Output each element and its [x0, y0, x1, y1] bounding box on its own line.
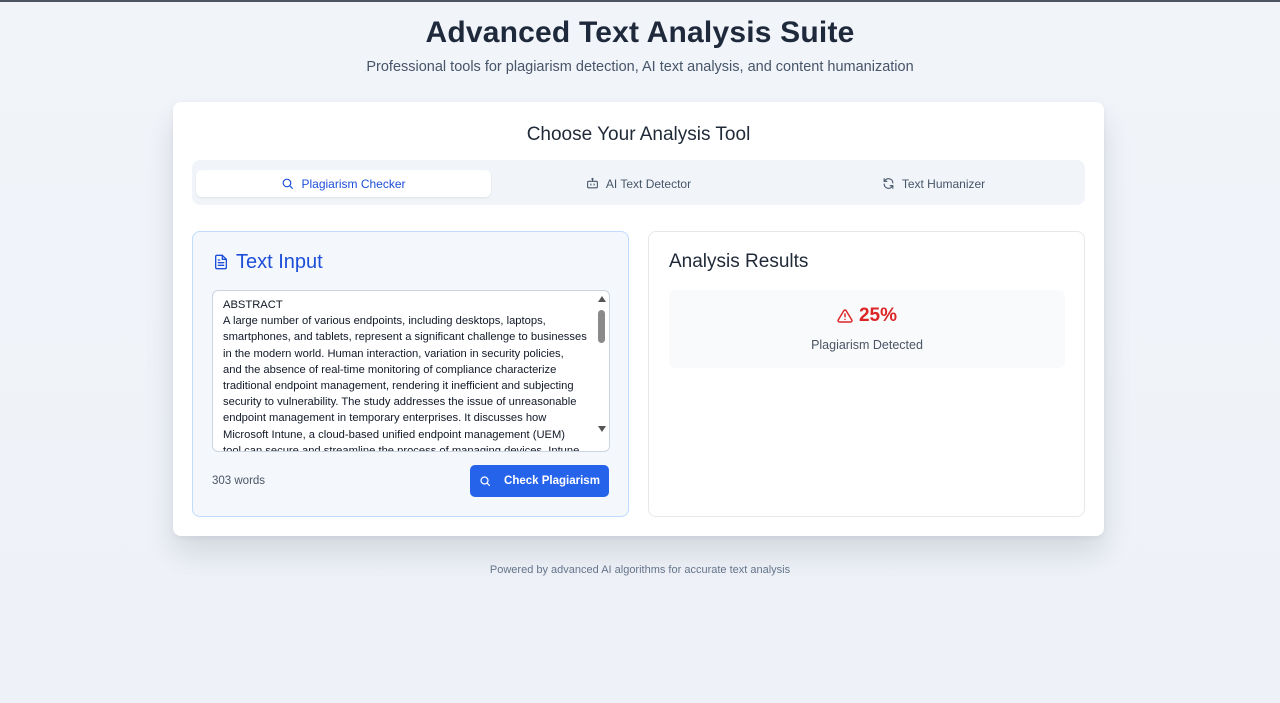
result-summary: 25% Plagiarism Detected [669, 290, 1065, 368]
analysis-results-heading: Analysis Results [669, 249, 808, 275]
search-icon [281, 177, 294, 190]
search-icon [479, 475, 491, 487]
scroll-up-arrow-icon[interactable] [598, 296, 606, 302]
page-header: Advanced Text Analysis Suite Professiona… [0, 14, 1280, 76]
text-input-panel: Text Input ABSTRACT A large number of va… [192, 231, 629, 517]
tab-label: AI Text Detector [605, 176, 692, 191]
text-input-title: Text Input [236, 251, 323, 273]
tool-selector-title: Choose Your Analysis Tool [526, 124, 751, 145]
check-plagiarism-label: Check Plagiarism [504, 475, 600, 487]
tab-text-humanizer[interactable]: Text Humanizer [786, 170, 1081, 197]
page-title: Advanced Text Analysis Suite [425, 16, 855, 49]
text-input-heading: Text Input [213, 249, 323, 275]
bot-icon [586, 177, 599, 190]
plagiarism-result-label: Plagiarism Detected [811, 338, 923, 352]
window-top-border [0, 0, 1280, 2]
check-plagiarism-button[interactable]: Check Plagiarism [470, 465, 609, 497]
word-count: 303 words [212, 475, 266, 487]
tab-label: Plagiarism Checker [301, 176, 406, 191]
warning-triangle-icon [837, 308, 853, 324]
scroll-thumb[interactable] [598, 310, 605, 343]
text-input-area[interactable]: ABSTRACT A large number of various endpo… [212, 290, 610, 452]
page-subtitle: Professional tools for plagiarism detect… [366, 59, 914, 75]
scroll-down-arrow-icon[interactable] [598, 426, 606, 432]
text-input-content[interactable]: ABSTRACT A large number of various endpo… [223, 297, 589, 451]
tool-tabs: Plagiarism Checker AI Text Detector Text… [192, 160, 1085, 205]
analysis-results-panel: Analysis Results 25% Plagiarism Detected [648, 231, 1085, 517]
tab-plagiarism-checker[interactable]: Plagiarism Checker [196, 170, 491, 197]
textarea-scrollbar[interactable] [595, 291, 609, 451]
app-page: Advanced Text Analysis Suite Professiona… [0, 0, 1280, 703]
result-score-line: 25% [669, 305, 1065, 327]
document-icon [213, 253, 229, 271]
main-card: Choose Your Analysis Tool Plagiarism Che… [173, 102, 1104, 536]
refresh-icon [882, 177, 895, 190]
page-footer: Powered by advanced AI algorithms for ac… [489, 564, 791, 576]
analysis-results-title: Analysis Results [669, 251, 809, 272]
plagiarism-percentage: 25% [858, 305, 898, 326]
tab-ai-text-detector[interactable]: AI Text Detector [491, 170, 786, 197]
tab-label: Text Humanizer [901, 176, 986, 191]
